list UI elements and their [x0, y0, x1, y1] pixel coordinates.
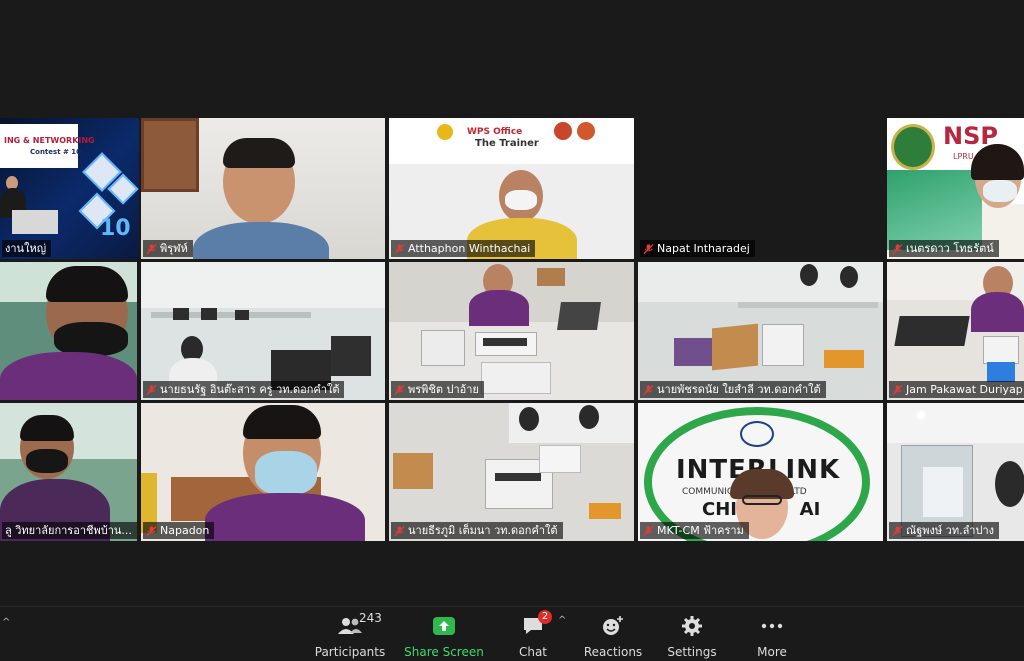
participant-name: ณัฐพงษ์ วท.ลำปาง: [889, 522, 1000, 539]
participant-name: เนตรดาว โทธรัตน์: [889, 240, 999, 257]
slide-title: ING & NETWORKING: [4, 136, 95, 145]
mic-muted-icon: [892, 525, 903, 536]
slide-contest: Contest # 10: [30, 148, 82, 156]
participant-name: พรพิชิต ปาอ้าย: [391, 381, 484, 398]
participant-name: พิรุฬห์: [143, 240, 193, 257]
participant-name: MKT-CM ฟ้าคราม: [640, 522, 749, 539]
share-screen-icon: [432, 613, 456, 639]
mic-muted-icon: [394, 384, 405, 395]
participant-name: นายพัชรดนัย ใยสำลี วท.ดอกคำใต้: [640, 381, 826, 398]
chat-label: Chat: [518, 645, 548, 659]
share-screen-label: Share Screen: [404, 645, 484, 659]
chevron-up-icon[interactable]: ^: [558, 615, 566, 626]
participant-name: งานใหญ่: [2, 240, 52, 257]
chat-button[interactable]: 2 Chat: [506, 607, 560, 661]
gear-icon: [681, 613, 703, 639]
video-tile[interactable]: พิรุฬห์: [141, 118, 385, 259]
share-screen-button[interactable]: Share Screen: [402, 607, 486, 661]
video-tile[interactable]: WPS Office The Trainer Atthaphon Winthac…: [389, 118, 634, 259]
chevron-up-icon[interactable]: ^: [2, 617, 10, 628]
participants-button[interactable]: 243 Participants: [310, 607, 390, 661]
video-tile[interactable]: [0, 262, 137, 400]
video-tile[interactable]: ลู วิทยาลัยการอาชีพบ้าน...: [0, 403, 137, 541]
chat-unread-badge: 2: [538, 610, 552, 624]
settings-label: Settings: [667, 645, 717, 659]
participant-name: นายธีรภูมิ เต็มนา วท.ดอกคำใต้: [391, 522, 563, 539]
more-icon: [760, 613, 784, 639]
mic-muted-icon: [146, 384, 157, 395]
video-tile[interactable]: ING & NETWORKING Contest # 10 10 งานใหญ่: [0, 118, 139, 259]
video-tile[interactable]: Jam Pakawat Duriyap: [887, 262, 1024, 400]
meeting-toolbar: ^ 243 Participants Share Screen 2 Chat ^…: [0, 606, 1024, 661]
slide-brand: WPS Office: [467, 127, 523, 137]
video-tile[interactable]: พรพิชิต ปาอ้าย: [389, 262, 634, 400]
participant-name: ลู วิทยาลัยการอาชีพบ้าน...: [2, 522, 137, 539]
mic-muted-icon: [643, 384, 654, 395]
video-tile[interactable]: Napadon: [141, 403, 385, 541]
slide-number: 10: [100, 216, 131, 241]
participant-name: Atthaphon Winthachai: [391, 240, 536, 257]
participants-count: 243: [359, 611, 382, 625]
reactions-button[interactable]: Reactions: [580, 607, 646, 661]
mic-muted-icon: [643, 243, 654, 254]
participant-name: Napadon: [143, 522, 215, 539]
participants-label: Participants: [314, 645, 386, 659]
mic-muted-icon: [146, 525, 157, 536]
mic-muted-icon: [394, 525, 405, 536]
reactions-label: Reactions: [583, 645, 643, 659]
mic-muted-icon: [643, 525, 654, 536]
mic-muted-icon: [892, 243, 903, 254]
participant-name: นายธนรัฐ อินต๊ะสาร ครู วท.ดอกคำใต้: [143, 381, 345, 398]
slide-sublogo: LPRU: [953, 152, 974, 161]
more-label: More: [757, 645, 787, 659]
participants-icon: 243: [337, 611, 382, 639]
video-tile[interactable]: INTERLINK COMMUNICA C CO LTD CHI AI MKT-…: [638, 403, 883, 541]
video-tile[interactable]: นายธนรัฐ อินต๊ะสาร ครู วท.ดอกคำใต้: [141, 262, 385, 400]
video-tile[interactable]: นายพัชรดนัย ใยสำลี วท.ดอกคำใต้: [638, 262, 883, 400]
video-tile[interactable]: นายธีรภูมิ เต็มนา วท.ดอกคำใต้: [389, 403, 634, 541]
participant-name: Napat Intharadej: [640, 240, 755, 257]
video-tile[interactable]: NSP LPRU เนตรดาว โทธรัตน์: [887, 118, 1024, 259]
reactions-icon: [601, 613, 625, 639]
video-tile[interactable]: Napat Intharadej: [638, 118, 883, 259]
video-gallery: ING & NETWORKING Contest # 10 10 งานใหญ่…: [0, 0, 1024, 606]
mic-muted-icon: [394, 243, 405, 254]
chat-icon: 2: [522, 610, 552, 639]
mic-muted-icon: [146, 243, 157, 254]
slide-subtitle: The Trainer: [475, 138, 539, 149]
video-tile[interactable]: ณัฐพงษ์ วท.ลำปาง: [887, 403, 1024, 541]
settings-button[interactable]: Settings: [662, 607, 722, 661]
participant-name: Jam Pakawat Duriyap: [889, 381, 1024, 398]
mic-muted-icon: [892, 384, 903, 395]
more-button[interactable]: More: [748, 607, 796, 661]
